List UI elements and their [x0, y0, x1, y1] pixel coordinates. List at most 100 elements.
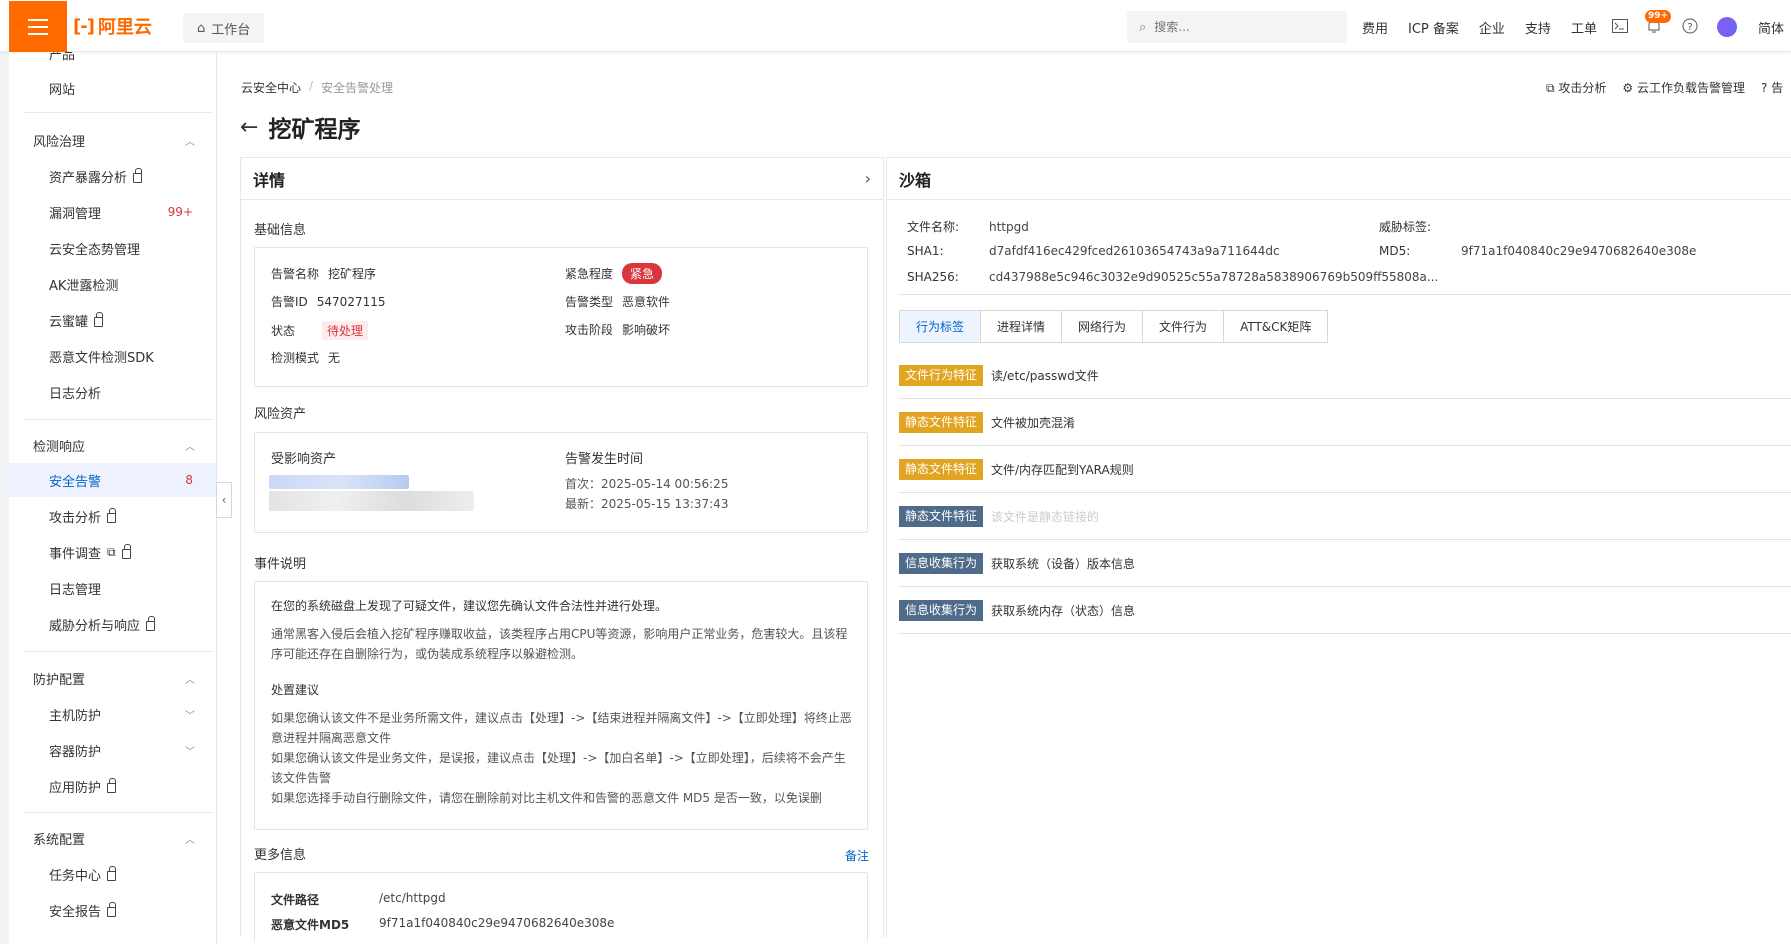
help-icon: ? [1761, 81, 1772, 95]
behavior-tag: 静态文件特征 [899, 505, 984, 527]
behavior-tag: 静态文件特征 [899, 411, 984, 433]
sidebar-item-vuln[interactable]: 漏洞管理 99+ [9, 195, 216, 229]
sidebar-item-cspm[interactable]: 云安全态势管理 [9, 231, 216, 265]
sidebar-group-system[interactable]: 系统配置 ︿ [9, 821, 216, 855]
language-switch[interactable]: 简体 [1758, 18, 1784, 37]
sidebar-item-asset-exposure[interactable]: 资产暴露分析 [9, 159, 216, 193]
terminal-icon[interactable] [1611, 17, 1629, 35]
lock-icon [146, 616, 156, 631]
page-title: ← 挖矿程序 [240, 110, 360, 144]
affected-asset-link[interactable] [269, 475, 409, 489]
lock-icon [107, 778, 117, 793]
chevron-right-icon[interactable]: › [865, 169, 871, 188]
behavior-tag: 信息收集行为 [899, 599, 984, 621]
affected-asset-ip [269, 491, 474, 511]
sidebar-item-products[interactable]: 产品 [49, 52, 75, 63]
sidebar-item-log-management[interactable]: 日志管理 [9, 571, 216, 605]
sidebar-item-task-center[interactable]: 任务中心 [9, 857, 216, 891]
chevron-up-icon: ︿ [185, 441, 195, 453]
link-support[interactable]: 支持 [1525, 18, 1551, 37]
sidebar-item-event-investigation[interactable]: 事件调查 ⧉ [9, 535, 216, 569]
search-input[interactable] [1154, 20, 1325, 34]
sidebar-item-log-analysis[interactable]: 日志分析 [9, 375, 216, 409]
home-icon: ⌂ [197, 20, 206, 36]
help-icon[interactable]: ? [1681, 17, 1699, 35]
workload-alert-link[interactable]: ⚙ 云工作负载告警管理 [1622, 79, 1745, 96]
sidebar-item-app-protection[interactable]: 应用防护 [9, 769, 216, 803]
risk-asset-card: 受影响资产 告警发生时间 首次：2025-05-14 00:56:25 最新：2… [254, 432, 868, 533]
md5-value: 9f71a1f040840c29e9470682640e308e [1461, 244, 1697, 258]
sidebar-item-host-protection[interactable]: 主机防护 ﹀ [9, 697, 216, 731]
sidebar-item-website[interactable]: 网站 [9, 71, 216, 105]
tab-attck-matrix[interactable]: ATT&CK矩阵 [1224, 311, 1327, 342]
lock-icon [107, 902, 117, 917]
workbench-button[interactable]: ⌂ 工作台 [183, 13, 265, 43]
file-path-value: /etc/httpgd [379, 891, 446, 905]
search-icon: ⌕ [1139, 19, 1147, 35]
behavior-row: 静态文件特征 文件被加壳混淆 [899, 399, 1791, 446]
attack-analysis-link[interactable]: ⧉ 攻击分析 [1546, 79, 1606, 96]
sidebar-group-protection[interactable]: 防护配置 ︿ [9, 661, 216, 695]
chevron-left-icon: ‹ [221, 493, 227, 507]
sidebar-group-risk[interactable]: 风险治理 ︿ [9, 123, 216, 157]
note-link[interactable]: 备注 [845, 847, 869, 864]
lock-icon [121, 544, 131, 559]
event-title: 事件说明 [254, 557, 307, 572]
sidebar-item-ak-leak[interactable]: AK泄露检测 [9, 267, 216, 301]
behavior-row: 静态文件特征 文件/内存匹配到YARA规则 [899, 446, 1791, 493]
external-link-icon: ⧉ [107, 544, 116, 559]
behavior-row: 文件行为特征 读/etc/passwd文件 [899, 352, 1791, 399]
link-billing[interactable]: 费用 [1362, 18, 1388, 37]
attack-stage-value: 影响破坏 [622, 323, 671, 337]
behavior-tag: 文件行为特征 [899, 364, 984, 386]
avatar[interactable] [1717, 17, 1737, 37]
behavior-row: 静态文件特征 该文件是静态链接的 [899, 493, 1791, 540]
help-link[interactable]: ? 告 [1761, 79, 1783, 96]
malware-md5-value: 9f71a1f040840c29e9470682640e308e [379, 916, 615, 930]
sidebar-group-detection[interactable]: 检测响应 ︿ [9, 428, 216, 462]
more-info-card: 文件路径 /etc/httpgd 恶意文件MD5 9f71a1f040840c2… [254, 872, 868, 942]
link-ticket[interactable]: 工单 [1571, 18, 1597, 37]
risk-asset-title: 风险资产 [254, 407, 307, 422]
tab-behavior-tags[interactable]: 行为标签 [900, 311, 982, 342]
lock-icon [94, 312, 104, 327]
lock-icon [107, 508, 117, 523]
last-seen-time: 最新：2025-05-15 13:37:43 [565, 497, 729, 511]
sandbox-tabs: 行为标签 进程详情 网络行为 文件行为 ATT&CK矩阵 [899, 310, 1329, 343]
tab-process-details[interactable]: 进程详情 [981, 311, 1063, 342]
breadcrumb-root[interactable]: 云安全中心 [241, 79, 301, 96]
status-badge: 待处理 [322, 321, 369, 340]
link-enterprise[interactable]: 企业 [1479, 18, 1505, 37]
menu-toggle-button[interactable] [9, 1, 67, 52]
back-arrow-icon[interactable]: ← [240, 115, 258, 140]
search-box[interactable]: ⌕ [1127, 11, 1347, 43]
details-header: 详情 › [241, 158, 883, 200]
tab-network-behavior[interactable]: 网络行为 [1062, 311, 1144, 342]
external-link-icon: ⧉ [1546, 81, 1559, 95]
sidebar-item-threat-analysis[interactable]: 威胁分析与响应 [9, 607, 216, 641]
details-panel: 详情 › 基础信息 告警名称 挖矿程序 紧急程度 紧急 告警ID 547027115 … [240, 157, 884, 942]
sidebar-item-security-report[interactable]: 安全报告 [9, 893, 216, 927]
page-title-text: 挖矿程序 [268, 117, 361, 143]
behavior-tag: 静态文件特征 [899, 458, 984, 480]
sidebar-item-container-protection[interactable]: 容器防护 ﹀ [9, 733, 216, 767]
sandbox-header: 沙箱 [887, 158, 1791, 200]
top-bar: [-] 阿里云 ⌂ 工作台 ⌕ 费用 ICP 备案 企业 支持 工单 99+ ?… [0, 0, 1791, 52]
link-icp[interactable]: ICP 备案 [1408, 18, 1459, 37]
behavior-row: 信息收集行为 获取系统（设备）版本信息 [899, 540, 1791, 587]
threat-tag-label: 威胁标签: [1379, 220, 1432, 234]
tab-file-behavior[interactable]: 文件行为 [1143, 311, 1225, 342]
alert-id-value: 547027115 [316, 294, 386, 309]
chevron-up-icon: ︿ [185, 674, 195, 686]
sidebar-item-malware-sdk[interactable]: 恶意文件检测SDK [9, 339, 216, 373]
urgency-badge: 紧急 [622, 263, 663, 284]
sha1-value: d7afdf416ec429fced26103654743a9a711644dc [989, 244, 1280, 258]
sidebar-item-attack-analysis[interactable]: 攻击分析 [9, 499, 216, 533]
logo[interactable]: [-] 阿里云 [73, 15, 152, 39]
alert-name-value: 挖矿程序 [328, 267, 377, 281]
sidebar-item-security-alerts[interactable]: 安全告警 8 [9, 463, 216, 497]
sidebar-collapse-button[interactable]: ‹ [216, 482, 232, 518]
left-strip [0, 52, 9, 944]
chevron-down-icon: ﹀ [185, 746, 195, 758]
sidebar-item-honeypot[interactable]: 云蜜罐 [9, 303, 216, 337]
